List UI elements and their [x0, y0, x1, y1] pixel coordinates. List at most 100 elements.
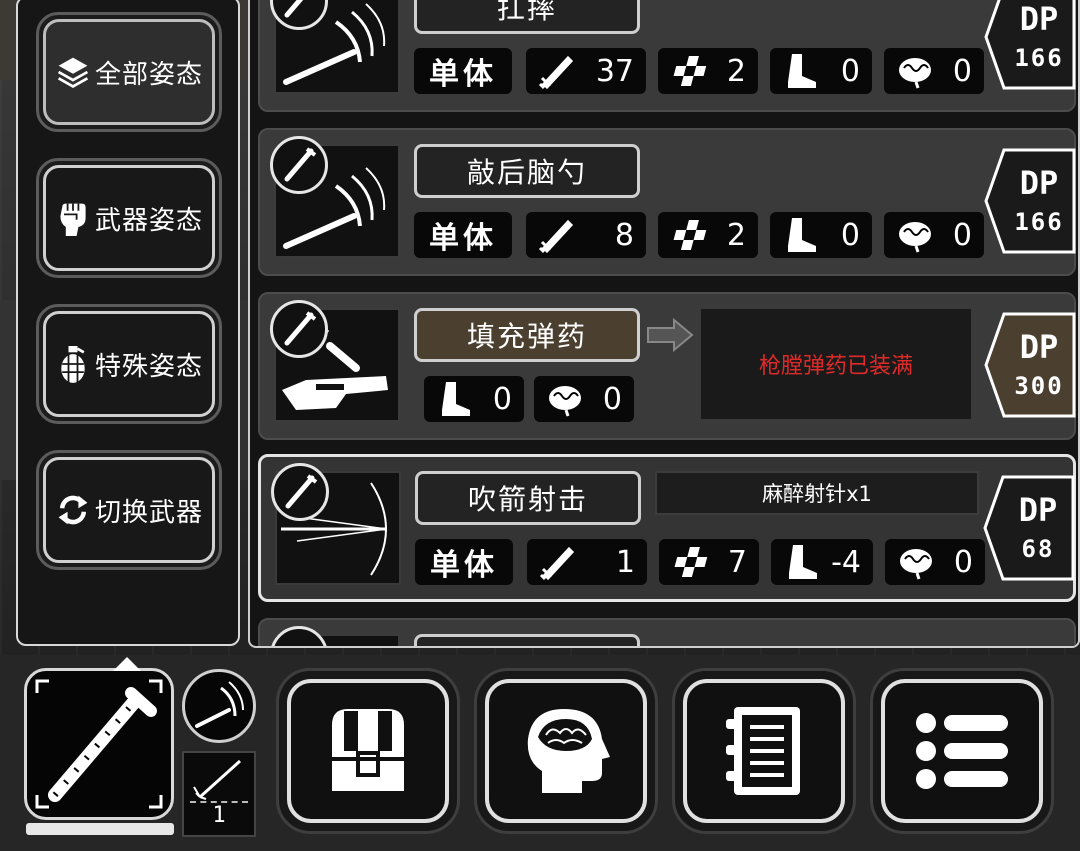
- attack-stat: 1: [527, 539, 647, 585]
- weapon-durability-bar: [26, 823, 174, 835]
- boot-icon: [788, 54, 816, 88]
- brain-icon: [549, 386, 581, 417]
- boot-icon: [788, 218, 816, 252]
- pickaxe-swing-icon: [195, 681, 244, 728]
- skill-list[interactable]: 扛摔 单体 37 2 0 0 DP 166 敲后脑勺 单体 8 2 0 0 DP…: [248, 0, 1080, 648]
- attack-stat: 8: [526, 212, 646, 258]
- blowgun-icon: [284, 0, 304, 18]
- dart-ammo-icon: [193, 759, 242, 800]
- range-stat: 7: [659, 539, 759, 585]
- skill-card[interactable]: 填充弹药 0 0 枪膛弹药已装满 DP 300: [258, 292, 1076, 440]
- move-value: 0: [492, 381, 512, 417]
- range-value: 7: [727, 544, 747, 580]
- skill-icon: [270, 626, 400, 646]
- move-value: -4: [831, 544, 861, 580]
- brain-head-icon: [527, 709, 610, 793]
- stance-weapon-button-face: 武器姿态: [43, 165, 215, 271]
- mind-stat: 0: [884, 48, 984, 94]
- mind-stat: 0: [885, 539, 985, 585]
- backpack-icon: [332, 709, 404, 791]
- attack-stat: 37: [526, 48, 646, 94]
- weapon-badge: [270, 136, 328, 194]
- ammo-slot[interactable]: 1: [182, 751, 256, 837]
- move-stat: 0: [770, 48, 872, 94]
- mind-stat: 0: [534, 376, 634, 422]
- mind-value: 0: [952, 217, 972, 253]
- inventory-button-face: [287, 679, 449, 823]
- character-button-face: [485, 679, 647, 823]
- journal-button[interactable]: [672, 668, 856, 834]
- brain-icon: [899, 222, 931, 253]
- range-stat: 2: [658, 48, 758, 94]
- skill-card[interactable]: 敲后脑勺 单体 8 2 0 0 DP 166: [258, 128, 1076, 276]
- weapon-badge: [271, 463, 329, 521]
- move-stat: 0: [424, 376, 524, 422]
- stance-special-button[interactable]: 特殊姿态: [36, 304, 222, 424]
- skill-icon: [270, 136, 400, 258]
- ammo-full-message: 枪膛弹药已装满: [698, 306, 974, 422]
- current-weapon-slot[interactable]: [24, 657, 174, 820]
- mind-stat: 0: [884, 212, 984, 258]
- attack-value: 1: [615, 544, 635, 580]
- ammo-count: 1: [212, 803, 226, 828]
- stance-all-button[interactable]: 全部姿态: [36, 12, 222, 132]
- dp-value: 166: [1014, 44, 1064, 72]
- dp-value: 300: [1014, 372, 1064, 400]
- stance-weapon-label: 武器姿态: [94, 205, 203, 236]
- stance-all-label: 全部姿态: [94, 59, 203, 90]
- skill-card[interactable]: [258, 618, 1076, 646]
- dp-label: DP: [1018, 491, 1058, 529]
- skill-name: 敲后脑勺: [414, 144, 640, 198]
- inventory-button[interactable]: [276, 668, 460, 834]
- sub-skill-slot[interactable]: [182, 669, 256, 743]
- sword-icon: [538, 219, 574, 254]
- skill-card-selected[interactable]: 吹箭射击 麻醉射针x1 单体 1 7 -4 0 DP 68: [258, 454, 1076, 602]
- brain-icon: [899, 58, 931, 89]
- list-icon: [916, 713, 1008, 789]
- attack-value: 8: [614, 217, 634, 253]
- main-menu-button[interactable]: [870, 668, 1054, 834]
- switch-weapon-label: 切换武器: [94, 497, 203, 528]
- mind-value: 0: [602, 381, 622, 417]
- dp-badge: DP 68: [983, 473, 1075, 583]
- stance-menu: 全部姿态 武器姿态 特殊姿态 切换武器: [16, 0, 240, 646]
- skill-icon: [270, 300, 400, 422]
- blowgun-icon: [284, 311, 317, 346]
- stance-special-button-face: 特殊姿态: [43, 311, 215, 417]
- boot-icon: [789, 545, 817, 579]
- checker-range-icon: [673, 220, 707, 250]
- checker-range-icon: [674, 547, 708, 577]
- move-stat: -4: [771, 539, 873, 585]
- move-value: 0: [840, 217, 860, 253]
- stance-all-button-face: 全部姿态: [43, 19, 215, 125]
- arrow-right-icon: [647, 318, 694, 352]
- dp-badge: DP 166: [984, 0, 1076, 92]
- skill-name: 填充弹药: [414, 308, 640, 362]
- grenade-icon: [61, 346, 85, 383]
- stance-special-label: 特殊姿态: [94, 351, 203, 382]
- sword-icon: [539, 546, 575, 581]
- checker-range-icon: [673, 56, 707, 86]
- skill-icon: [271, 463, 401, 585]
- skill-target: 单体: [414, 48, 512, 94]
- character-button[interactable]: [474, 668, 658, 834]
- switch-weapon-button[interactable]: 切换武器: [36, 450, 222, 570]
- dp-label: DP: [1019, 328, 1059, 366]
- skill-icon: [270, 0, 400, 94]
- dp-value: 166: [1014, 208, 1064, 236]
- skill-name: 吹箭射击: [415, 471, 641, 525]
- ammo-note: 麻醉射针x1: [655, 471, 979, 515]
- skill-card[interactable]: 扛摔 单体 37 2 0 0 DP 166: [258, 0, 1076, 112]
- move-value: 0: [840, 53, 860, 89]
- boot-icon: [442, 382, 470, 416]
- dp-badge: DP 166: [984, 146, 1076, 256]
- stance-weapon-button[interactable]: 武器姿态: [36, 158, 222, 278]
- dp-badge: DP 300: [984, 310, 1076, 420]
- range-value: 2: [726, 53, 746, 89]
- dp-label: DP: [1019, 0, 1059, 38]
- skill-name: 扛摔: [414, 0, 640, 34]
- skill-name-partial: [414, 634, 640, 646]
- fist-icon: [60, 203, 86, 236]
- journal-button-face: [683, 679, 845, 823]
- bottom-bar: 1: [0, 655, 1080, 851]
